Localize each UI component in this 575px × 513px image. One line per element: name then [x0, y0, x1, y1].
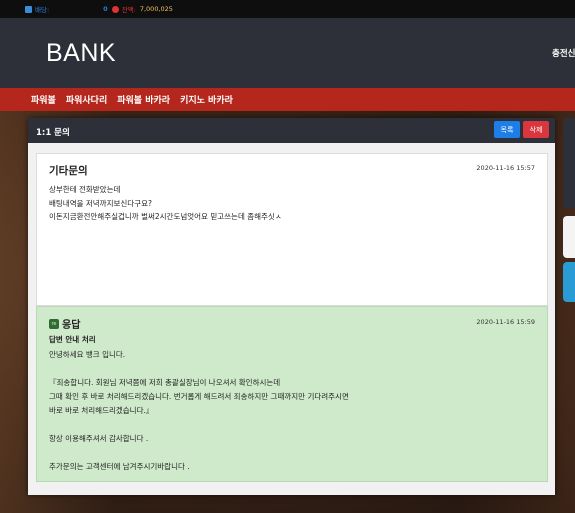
top-status-bar: 배당: 0 잔액: 7,000,025 [0, 0, 575, 18]
bet-icon [25, 5, 32, 13]
site-header: BANK 충전신 [0, 18, 575, 88]
inquiry-modal: 1:1 문의 목록 삭제 기타문의 2020-11-16 15:57 상부한테 … [28, 118, 555, 495]
answer-header: re 응답 [49, 316, 80, 331]
question-card: 기타문의 2020-11-16 15:57 상부한테 전화받았는데 배팅내역을 … [36, 153, 548, 306]
side-search-widget[interactable] [563, 216, 575, 258]
question-title: 기타문의 [49, 165, 88, 177]
answer-date: 2020-11-16 15:59 [476, 318, 535, 326]
deposit-link[interactable]: 충전신 [552, 47, 575, 59]
nav-item-power-ladder[interactable]: 파워사다리 [66, 93, 107, 106]
answer-subtitle: 답변 안내 처리 [49, 335, 96, 344]
cash-value: 7,000,025 [139, 5, 173, 13]
reply-icon: re [49, 318, 59, 329]
bet-label: 배당: [35, 6, 50, 14]
question-date: 2020-11-16 15:57 [476, 164, 535, 172]
answer-card: re 응답 2020-11-16 15:59 답변 안내 처리 안녕하세요 뱅크… [36, 306, 548, 482]
side-chat-button[interactable] [563, 262, 575, 302]
delete-button[interactable]: 삭제 [523, 121, 549, 138]
nav-item-casino-baccarat[interactable]: 키지노 바카라 [180, 93, 233, 106]
cash-icon [111, 5, 119, 13]
question-body: 상부한테 전화받았는데 배팅내역을 저녁까지보신다구요? 이돈지금환전안해주실겁… [49, 185, 282, 221]
nav-item-powerball-baccarat[interactable]: 파워볼 바카라 [117, 93, 170, 106]
modal-title: 1:1 문의 [36, 128, 70, 138]
modal-header: 1:1 문의 [28, 118, 555, 143]
cash-label: 잔액: [121, 6, 136, 14]
nav-item-powerball[interactable]: 파워볼 [31, 93, 56, 106]
site-logo[interactable]: BANK [46, 39, 116, 68]
list-button[interactable]: 목록 [494, 121, 520, 138]
side-panel[interactable] [563, 118, 575, 208]
answer-body: 안녕하세요 뱅크 입니다. 『죄송합니다. 회원님 저녁쯤에 저희 총괄실장님이… [49, 350, 349, 471]
main-nav: 파워볼 파워사다리 파워볼 바카라 키지노 바카라 [0, 88, 575, 111]
bet-value: 0 [103, 5, 108, 13]
answer-title: 응답 [62, 320, 81, 331]
